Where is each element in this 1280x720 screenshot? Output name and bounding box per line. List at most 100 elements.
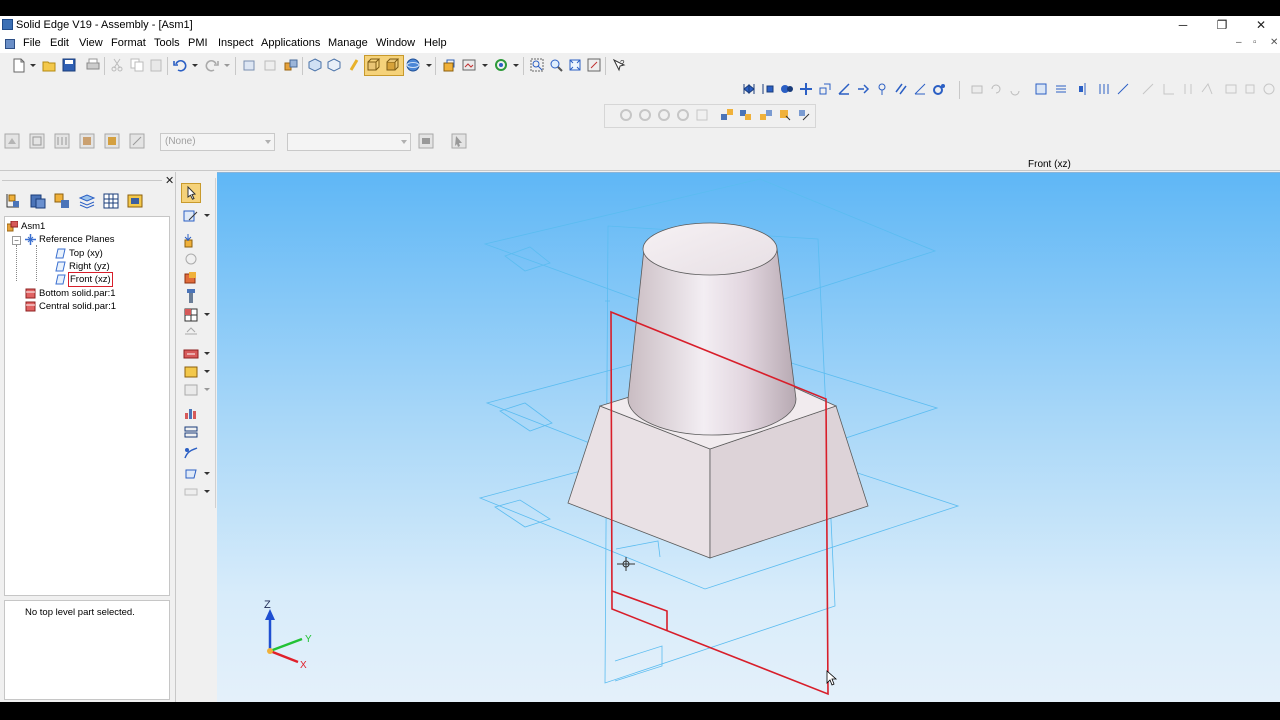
components-tool-icon[interactable] [739, 108, 755, 124]
menu-view[interactable]: View [79, 37, 103, 49]
tree-root-asm1[interactable]: Asm1 [7, 220, 87, 233]
close-panel-icon[interactable]: ✕ [165, 174, 174, 187]
cut-icon[interactable] [110, 58, 126, 74]
open-file-icon[interactable] [42, 58, 58, 74]
gear-relationship-icon[interactable] [932, 82, 948, 98]
zoom-area-icon[interactable] [530, 58, 546, 74]
disabled-tool-3-icon[interactable] [1181, 82, 1197, 98]
document-icon[interactable] [5, 39, 15, 49]
tree-part-central-solid[interactable]: Central solid.par:1 [25, 300, 155, 313]
harness-dropdown-icon[interactable] [204, 388, 210, 391]
rotate-part-icon[interactable] [989, 82, 1005, 98]
ground-icon[interactable] [913, 82, 929, 98]
menu-pmi[interactable]: PMI [188, 37, 208, 49]
menu-file[interactable]: File [23, 37, 41, 49]
mate-icon[interactable] [742, 82, 758, 98]
family-members-icon[interactable] [759, 108, 775, 124]
disabled-gear-5-icon[interactable] [695, 108, 711, 124]
print-icon[interactable] [86, 58, 102, 74]
components-icon[interactable] [284, 58, 300, 74]
duplicate-icon[interactable] [1097, 82, 1113, 98]
feature-tool-1-icon[interactable] [4, 133, 20, 149]
mirror-icon[interactable] [1078, 82, 1094, 98]
wire-harness-icon[interactable] [183, 382, 199, 398]
menu-applications[interactable]: Applications [261, 37, 320, 49]
disabled-tool-4-icon[interactable] [1200, 82, 1216, 98]
disabled-tool-6-icon[interactable] [1243, 82, 1259, 98]
select-tool-button[interactable] [181, 183, 201, 203]
mdi-close-button[interactable]: ✕ [1270, 37, 1278, 48]
tree-reference-planes[interactable]: Reference Planes [25, 233, 155, 246]
tube-icon[interactable] [183, 346, 199, 362]
collapse-icon[interactable]: − [12, 236, 21, 245]
tree-plane-front[interactable]: Front (xz) [55, 272, 135, 287]
undo-icon[interactable] [173, 58, 189, 74]
disabled-tool-2-icon[interactable] [1162, 82, 1178, 98]
show-all-icon[interactable] [442, 58, 458, 74]
shaded-icon[interactable] [385, 58, 401, 74]
assemble-icon[interactable] [183, 251, 199, 267]
highlight-icon[interactable] [346, 58, 362, 74]
render-dropdown-icon[interactable] [426, 64, 432, 67]
refresh-dropdown-icon[interactable] [513, 64, 519, 67]
disabled-gear-2-icon[interactable] [638, 108, 654, 124]
place-part-icon[interactable] [183, 233, 199, 249]
menu-format[interactable]: Format [111, 37, 146, 49]
angle-icon[interactable] [837, 82, 853, 98]
style-button-icon[interactable] [418, 133, 434, 149]
feature-tool-4-icon[interactable] [79, 133, 95, 149]
disabled-tool-5-icon[interactable] [1224, 82, 1240, 98]
view-iso-icon[interactable] [308, 58, 324, 74]
disabled-tool-7-icon[interactable] [1262, 82, 1278, 98]
pattern-dropdown-icon[interactable] [204, 313, 210, 316]
paste-icon[interactable] [149, 58, 165, 74]
close-button[interactable]: ✕ [1246, 17, 1276, 33]
disabled-gear-4-icon[interactable] [676, 108, 692, 124]
sphere-render-icon[interactable] [406, 58, 422, 74]
sketch-dropdown-icon[interactable] [204, 214, 210, 217]
menu-tools[interactable]: Tools [154, 37, 180, 49]
insert-relationship-icon[interactable] [799, 82, 815, 98]
flip-icon[interactable] [1034, 82, 1050, 98]
fastener-icon[interactable] [183, 288, 199, 304]
display-configuration-icon[interactable] [462, 58, 478, 74]
mdi-restore-button[interactable]: ▫ [1253, 37, 1257, 48]
replace-part-icon[interactable] [263, 58, 279, 74]
range-dropdown-icon[interactable] [204, 472, 210, 475]
drag-component-icon[interactable] [1008, 82, 1024, 98]
interference-check-icon[interactable] [183, 405, 199, 421]
tube-dropdown-icon[interactable] [204, 352, 210, 355]
feature-tool-6-icon[interactable] [129, 133, 145, 149]
tree-plane-top[interactable]: Top (xy) [55, 247, 135, 260]
disabled-gear-3-icon[interactable] [657, 108, 673, 124]
axial-align-icon[interactable] [780, 82, 796, 98]
whats-this-help-icon[interactable]: ? [612, 58, 628, 74]
view-dimetric-icon[interactable] [327, 58, 343, 74]
disabled-bottom-icon[interactable] [183, 484, 199, 500]
feature-tool-3-icon[interactable] [54, 133, 70, 149]
connect-icon[interactable] [818, 82, 834, 98]
cam-icon[interactable] [875, 82, 891, 98]
grid-icon[interactable] [102, 192, 119, 209]
wire-icon[interactable] [1116, 82, 1132, 98]
simplify-icon[interactable] [183, 424, 199, 440]
menu-edit[interactable]: Edit [50, 37, 69, 49]
planar-align-icon[interactable] [761, 82, 777, 98]
explode-icon[interactable] [720, 108, 736, 124]
copy-icon[interactable] [130, 58, 146, 74]
refresh-icon[interactable] [494, 58, 510, 74]
feature-library-icon[interactable] [53, 192, 69, 208]
menu-help[interactable]: Help [424, 37, 447, 49]
menu-manage[interactable]: Manage [328, 37, 368, 49]
menu-inspect[interactable]: Inspect [218, 37, 253, 49]
layer-select[interactable]: (None) [160, 133, 275, 151]
redo-dropdown-icon[interactable] [224, 64, 230, 67]
select-tool-disabled-icon[interactable] [451, 133, 467, 149]
tangent-icon[interactable] [856, 82, 872, 98]
bottom-dropdown-icon[interactable] [204, 490, 210, 493]
tree-part-bottom-solid[interactable]: Bottom solid.par:1 [25, 287, 155, 300]
menu-window[interactable]: Window [376, 37, 415, 49]
undo-dropdown-icon[interactable] [192, 64, 198, 67]
redo-icon[interactable] [205, 58, 221, 74]
new-file-icon[interactable] [12, 58, 28, 74]
